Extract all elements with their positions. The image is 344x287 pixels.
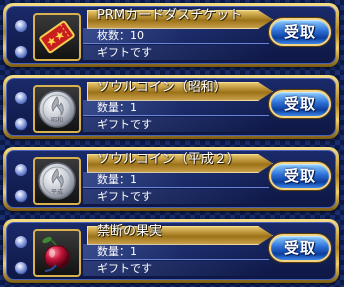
- gift-list: PRMカードダスチケット 枚数：10 ギフトです 受取 昭和 ソウルコイン（昭和…: [0, 0, 344, 287]
- coin-era-text: 平成: [51, 188, 63, 196]
- receive-button[interactable]: 受取: [269, 162, 331, 190]
- gem-stud-icon: [14, 189, 28, 203]
- gift-item-soul-coin-heisei: 平成 ソウルコイン（平成２） 数量：1 ギフトです 受取: [3, 147, 339, 211]
- receive-button[interactable]: 受取: [269, 234, 331, 262]
- item-name: PRMカードダスチケット: [97, 8, 243, 23]
- item-note: ギフトです: [97, 118, 152, 131]
- item-quantity: 数量：1: [97, 101, 137, 114]
- gift-item-prm-ticket: PRMカードダスチケット 枚数：10 ギフトです 受取: [3, 3, 339, 67]
- item-note: ギフトです: [97, 190, 152, 203]
- receive-button[interactable]: 受取: [269, 18, 331, 46]
- item-note: ギフトです: [97, 262, 152, 275]
- item-name: 禁断の果実: [97, 224, 163, 239]
- soul-coin-showa-icon: 昭和: [33, 85, 81, 133]
- item-note: ギフトです: [97, 46, 152, 59]
- receive-button[interactable]: 受取: [269, 90, 331, 118]
- gem-stud-icon: [14, 163, 28, 177]
- gem-stud-icon: [14, 261, 28, 275]
- coin-era-text: 昭和: [51, 116, 63, 124]
- item-quantity: 枚数：10: [97, 29, 144, 42]
- item-name: ソウルコイン（平成２）: [97, 152, 240, 167]
- forbidden-fruit-icon: [33, 229, 81, 277]
- ticket-icon: [33, 13, 81, 61]
- gift-item-forbidden-fruit: 禁断の果実 数量：1 ギフトです 受取: [3, 219, 339, 283]
- gem-stud-icon: [14, 117, 28, 131]
- gift-item-soul-coin-showa: 昭和 ソウルコイン（昭和） 数量：1 ギフトです 受取: [3, 75, 339, 139]
- item-quantity: 数量：1: [97, 173, 137, 186]
- gem-stud-icon: [14, 45, 28, 59]
- item-quantity: 数量：1: [97, 245, 137, 258]
- soul-coin-heisei-icon: 平成: [33, 157, 81, 205]
- gem-stud-icon: [14, 19, 28, 33]
- gem-stud-icon: [14, 235, 28, 249]
- gem-stud-icon: [14, 91, 28, 105]
- item-name: ソウルコイン（昭和）: [97, 80, 227, 95]
